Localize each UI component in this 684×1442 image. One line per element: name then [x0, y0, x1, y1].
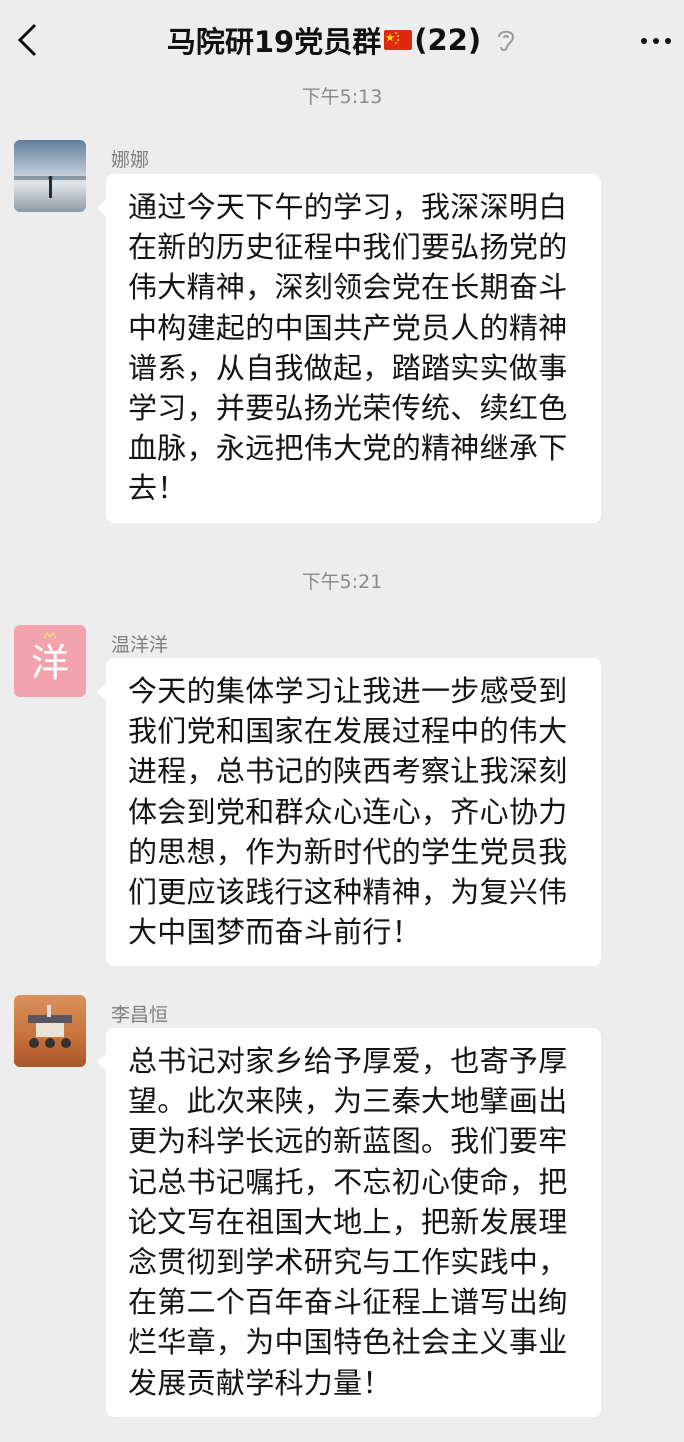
chat-header: 马院研19党员群 (22) [0, 0, 684, 80]
message-line: 记总书记嘱托，不忘初心使命，把 [128, 1164, 568, 1199]
china-flag-icon [384, 30, 413, 50]
message-timestamp: 下午5:21 [301, 571, 383, 593]
sender-name: 温洋洋 [111, 634, 169, 656]
message-bubble[interactable]: 通过今天下午的学习，我深深明白 在新的历史征程中我们要弘扬党的 伟大精神，深刻领… [97, 174, 601, 523]
message-line: 念贯彻到学术研究与工作实践中， [128, 1245, 568, 1280]
message-line: 进程，总书记的陕西考察让我深刻 [128, 754, 568, 789]
message-line: 发展贡献学科力量！ [128, 1365, 392, 1400]
message-line: 通过今天下午的学习，我深深明白 [128, 190, 568, 224]
ear-muted-icon [498, 30, 515, 51]
sender-name: 娜娜 [111, 149, 150, 171]
more-dots-icon[interactable] [638, 36, 674, 46]
message-line: 谱系，从自我做起，踏踏实实做事 [128, 350, 568, 385]
message-line: 去！ [128, 471, 187, 506]
message-timestamp: 下午5:13 [301, 86, 383, 108]
message-line: 在新的历史征程中我们要弘扬党的 [128, 230, 568, 265]
chat-title: 马院研19党员群 [166, 25, 382, 59]
avatar[interactable] [14, 140, 86, 212]
message-line: 们更应该践行这种精神，为复兴伟 [128, 875, 568, 910]
message-line: 血脉，永远把伟大党的精神继承下 [128, 431, 568, 466]
sender-name: 李昌恒 [111, 1004, 169, 1026]
chat-title-bar[interactable]: 马院研19党员群 (22) [0, 20, 684, 60]
message-line: 的思想，作为新时代的学生党员我 [128, 834, 568, 869]
message-line: 更为科学长远的新蓝图。我们要牢 [128, 1124, 568, 1159]
message-line: 我们党和国家在发展过程中的伟大 [128, 714, 568, 749]
message-line: 望。此次来陕，为三秦大地擘画出 [128, 1084, 568, 1119]
message-line: 今天的集体学习让我进一步感受到 [128, 674, 568, 708]
message-bubble[interactable]: 今天的集体学习让我进一步感受到 我们党和国家在发展过程中的伟大 进程，总书记的陕… [97, 658, 601, 967]
avatar-rover-icon [14, 995, 86, 1067]
avatar[interactable] [14, 995, 86, 1067]
member-count: (22) [414, 23, 482, 57]
message-line: 论文写在祖国大地上，把新发展理 [128, 1204, 568, 1239]
message-bubble[interactable]: 总书记对家乡给予厚爱，也寄予厚 望。此次来陕，为三秦大地擘画出 更为科学长远的新… [97, 1028, 601, 1417]
message-line: 学习，并要弘扬光荣传统、续红色 [128, 391, 568, 426]
message-line: 体会到党和群众心连心，齐心协力 [128, 794, 568, 829]
avatar-photo-icon [14, 140, 86, 212]
message-line: 大中国梦而奋斗前行！ [128, 915, 422, 950]
message-line: 中构建起的中国共产党员人的精神 [128, 310, 568, 345]
message-line: 在第二个百年奋斗征程上谱写出绚 [128, 1285, 568, 1320]
message-line: 伟大精神，深刻领会党在长期奋斗 [128, 270, 568, 305]
avatar-text: 洋 [30, 641, 69, 685]
avatar[interactable]: 洋 [14, 625, 86, 697]
message-line: 总书记对家乡给予厚爱，也寄予厚 [128, 1044, 568, 1078]
message-line: 烂华章，为中国特色社会主义事业 [128, 1325, 568, 1360]
